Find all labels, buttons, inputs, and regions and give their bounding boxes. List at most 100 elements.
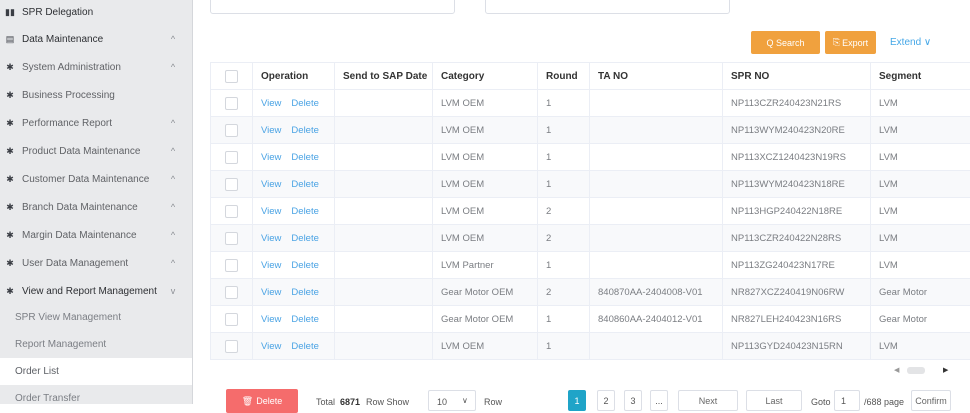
cell-spr-no[interactable]: NP113CZR240423N21RS xyxy=(723,90,871,117)
cell-spr-no[interactable]: NP113GYD240423N15RN xyxy=(723,333,871,360)
sidebar-item-margin-data-maintenance[interactable]: ✱ Margin Data Maintenance ^ xyxy=(0,221,192,249)
row-checkbox[interactable] xyxy=(225,232,238,245)
horizontal-scrollbar[interactable]: ◀ ▶ xyxy=(210,364,970,377)
row-select-cell[interactable] xyxy=(211,279,253,306)
row-checkbox[interactable] xyxy=(225,286,238,299)
row-checkbox[interactable] xyxy=(225,205,238,218)
sidebar-item-branch-data-maintenance[interactable]: ✱ Branch Data Maintenance ^ xyxy=(0,193,192,221)
export-button[interactable]: ⎘ Export xyxy=(825,31,876,54)
sidebar-item-label: View and Report Management xyxy=(22,286,168,297)
row-select-cell[interactable] xyxy=(211,90,253,117)
last-page-button[interactable]: Last xyxy=(746,390,802,411)
gear-icon: ✱ xyxy=(6,231,14,239)
row-select-cell[interactable] xyxy=(211,117,253,144)
cell-send-date xyxy=(335,198,433,225)
scroll-left-icon[interactable]: ◀ xyxy=(894,366,899,374)
select-all-checkbox[interactable] xyxy=(225,70,238,83)
delete-link[interactable]: Delete xyxy=(291,98,318,109)
cell-spr-no[interactable]: NP113WYM240423N18RE xyxy=(723,171,871,198)
cell-send-date xyxy=(335,279,433,306)
row-checkbox[interactable] xyxy=(225,178,238,191)
extend-toggle[interactable]: Extend ∨ xyxy=(890,37,931,48)
cell-spr-no[interactable]: NP113CZR240422N28RS xyxy=(723,225,871,252)
page-size-select[interactable]: 10 ∨ xyxy=(428,390,476,411)
cell-ta-no xyxy=(590,252,723,279)
view-link[interactable]: View xyxy=(261,314,281,325)
select-all-cell[interactable] xyxy=(211,63,253,90)
row-select-cell[interactable] xyxy=(211,198,253,225)
delete-link[interactable]: Delete xyxy=(291,260,318,271)
cell-spr-no[interactable]: NP113ZG240423N17RE xyxy=(723,252,871,279)
cell-send-date xyxy=(335,333,433,360)
delete-link[interactable]: Delete xyxy=(291,125,318,136)
scroll-right-icon[interactable]: ▶ xyxy=(943,366,948,374)
page-1-button[interactable]: 1 xyxy=(568,390,586,411)
operation-cell: View Delete xyxy=(253,225,335,252)
page-3-button[interactable]: 3 xyxy=(624,390,642,411)
filter-input[interactable] xyxy=(485,0,730,14)
row-select-cell[interactable] xyxy=(211,171,253,198)
sidebar-item-view-report-management[interactable]: ✱ View and Report Management v xyxy=(0,277,192,305)
total-prefix: Total xyxy=(316,397,335,407)
view-link[interactable]: View xyxy=(261,233,281,244)
cell-spr-no[interactable]: NP113WYM240423N20RE xyxy=(723,117,871,144)
row-checkbox[interactable] xyxy=(225,259,238,272)
delete-link[interactable]: Delete xyxy=(291,287,318,298)
sidebar-item-customer-data-maintenance[interactable]: ✱ Customer Data Maintenance ^ xyxy=(0,165,192,193)
delete-link[interactable]: Delete xyxy=(291,206,318,217)
page-2-button[interactable]: 2 xyxy=(597,390,615,411)
sidebar-item-system-administration[interactable]: ✱ System Administration ^ xyxy=(0,53,192,81)
delete-link[interactable]: Delete xyxy=(291,341,318,352)
chevron-up-icon: ^ xyxy=(168,230,178,240)
filter-select[interactable] xyxy=(210,0,455,14)
sidebar-item-product-data-maintenance[interactable]: ✱ Product Data Maintenance ^ xyxy=(0,137,192,165)
confirm-button[interactable]: Confirm xyxy=(911,390,951,411)
row-select-cell[interactable] xyxy=(211,306,253,333)
trash-icon: 🗑 xyxy=(242,396,253,407)
row-checkbox[interactable] xyxy=(225,151,238,164)
row-select-cell[interactable] xyxy=(211,252,253,279)
delete-link[interactable]: Delete xyxy=(291,314,318,325)
sidebar-subitem-order-list[interactable]: Order List xyxy=(0,358,192,385)
cell-spr-no[interactable]: NR827LEH240423N16RS xyxy=(723,306,871,333)
view-link[interactable]: View xyxy=(261,179,281,190)
goto-page-input[interactable]: 1 xyxy=(834,390,860,411)
delete-link[interactable]: Delete xyxy=(291,152,318,163)
sidebar-subitem-report-management[interactable]: Report Management xyxy=(0,331,192,358)
row-checkbox[interactable] xyxy=(225,340,238,353)
cell-spr-no[interactable]: NR827XCZ240419N06RW xyxy=(723,279,871,306)
gear-icon: ✱ xyxy=(6,287,14,295)
delete-link[interactable]: Delete xyxy=(291,179,318,190)
row-checkbox[interactable] xyxy=(225,97,238,110)
view-link[interactable]: View xyxy=(261,98,281,109)
view-link[interactable]: View xyxy=(261,260,281,271)
cell-spr-no[interactable]: NP113HGP240422N18RE xyxy=(723,198,871,225)
view-link[interactable]: View xyxy=(261,287,281,298)
sidebar-subitem-order-transfer[interactable]: Order Transfer xyxy=(0,385,192,412)
sidebar-item-data-maintenance[interactable]: ▤ Data Maintenance ^ xyxy=(0,25,192,53)
view-link[interactable]: View xyxy=(261,125,281,136)
search-button[interactable]: Q Search xyxy=(751,31,820,54)
next-page-button[interactable]: Next xyxy=(678,390,738,411)
bulk-delete-button[interactable]: 🗑 Delete xyxy=(226,389,298,413)
cell-category: LVM OEM xyxy=(433,225,538,252)
delete-link[interactable]: Delete xyxy=(291,233,318,244)
operation-cell: View Delete xyxy=(253,252,335,279)
row-select-cell[interactable] xyxy=(211,144,253,171)
sidebar-item-business-processing[interactable]: ✱ Business Processing xyxy=(0,81,192,109)
page-ellipsis-button[interactable]: ... xyxy=(650,390,668,411)
sidebar-subitem-spr-view-management[interactable]: SPR View Management xyxy=(0,304,192,331)
sidebar-item-spr-delegation[interactable]: ▮▮ SPR Delegation xyxy=(0,0,192,26)
view-link[interactable]: View xyxy=(261,206,281,217)
row-select-cell[interactable] xyxy=(211,225,253,252)
row-select-cell[interactable] xyxy=(211,333,253,360)
scrollbar-thumb[interactable] xyxy=(907,367,925,374)
view-link[interactable]: View xyxy=(261,341,281,352)
sidebar-item-user-data-management[interactable]: ✱ User Data Management ^ xyxy=(0,249,192,277)
row-checkbox[interactable] xyxy=(225,313,238,326)
row-checkbox[interactable] xyxy=(225,124,238,137)
table-row: ViewDeleteGear Motor OEM2840870AA-240400… xyxy=(211,279,970,306)
sidebar-item-performance-report[interactable]: ✱ Performance Report ^ xyxy=(0,109,192,137)
cell-spr-no[interactable]: NP113XCZ1240423N19RS xyxy=(723,144,871,171)
view-link[interactable]: View xyxy=(261,152,281,163)
